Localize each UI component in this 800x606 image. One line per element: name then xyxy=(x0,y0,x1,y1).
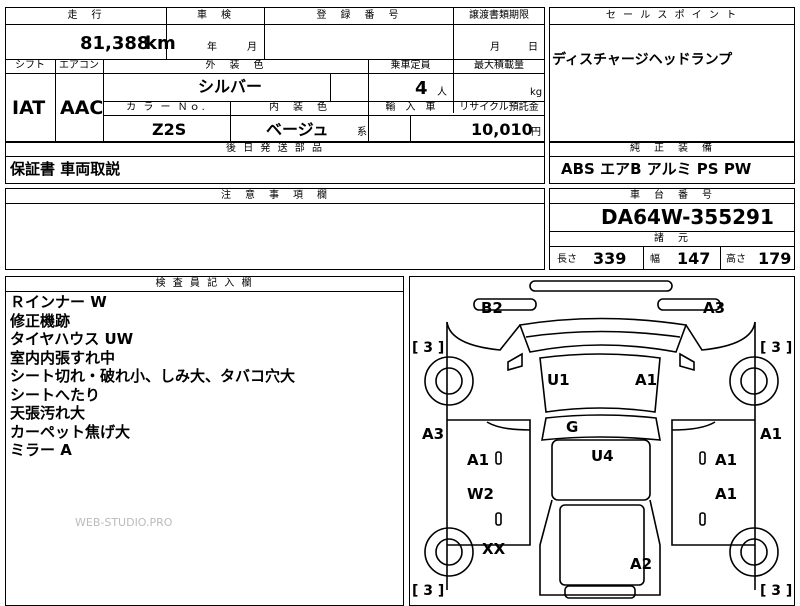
damage-code: U1 xyxy=(547,371,570,389)
car-outline-diagram xyxy=(424,280,779,599)
damage-code: A1 xyxy=(467,451,490,469)
damage-code: G xyxy=(566,418,579,436)
bracket-top-left: [ 3 ] xyxy=(412,340,445,356)
damage-code: B2 xyxy=(481,299,503,317)
damage-code: W2 xyxy=(467,485,494,503)
damage-code: XX xyxy=(482,540,506,558)
damage-code: A1 xyxy=(715,451,738,469)
bracket-top-right: [ 3 ] xyxy=(760,340,793,356)
damage-code: A1 xyxy=(760,425,783,443)
damage-code: A1 xyxy=(715,485,738,503)
bracket-bottom-right: [ 3 ] xyxy=(760,583,793,599)
damage-code: A3 xyxy=(422,425,445,443)
bracket-bottom-left: [ 3 ] xyxy=(412,583,445,599)
damage-code: A3 xyxy=(703,299,726,317)
damage-code: A1 xyxy=(635,371,658,389)
damage-code: U4 xyxy=(591,447,614,465)
damage-code: A2 xyxy=(630,555,653,573)
